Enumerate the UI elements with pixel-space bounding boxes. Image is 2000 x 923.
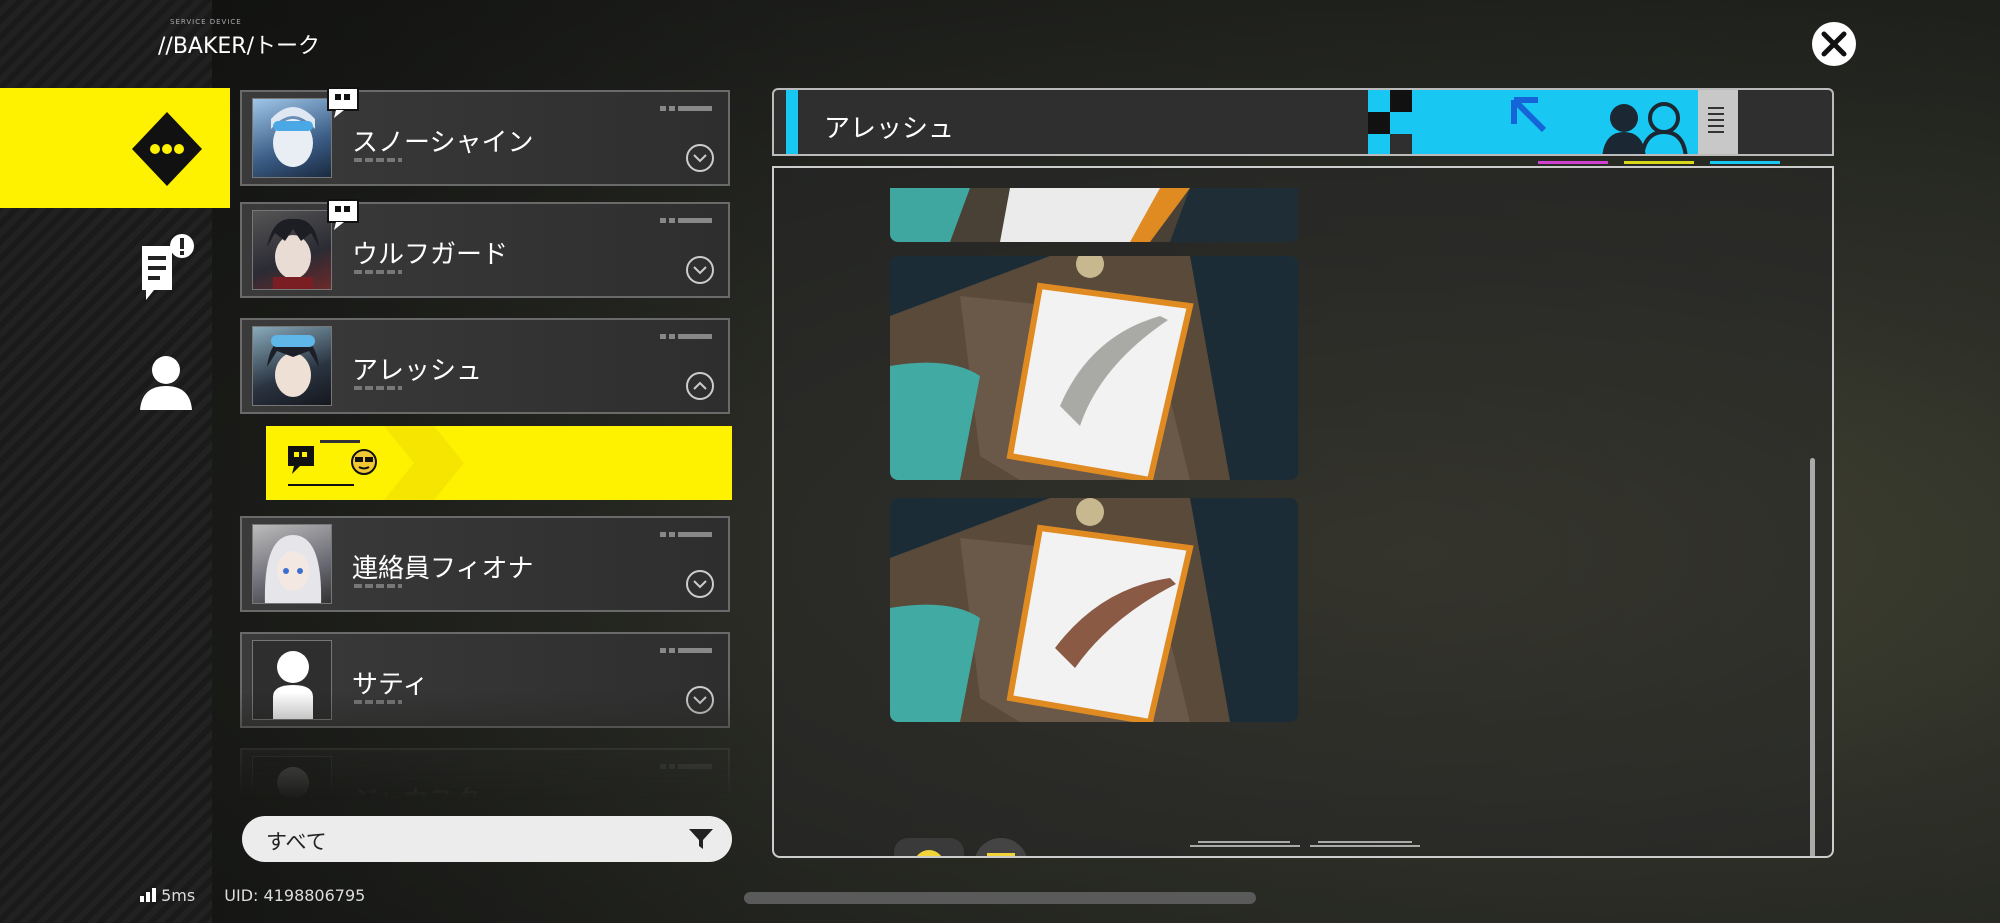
contact-card[interactable]: サティ bbox=[240, 632, 730, 728]
avatar bbox=[252, 524, 332, 604]
smile-emoji-icon bbox=[987, 853, 1015, 856]
conversation-item-selected[interactable] bbox=[266, 426, 732, 500]
page-title: //BAKER/トーク bbox=[158, 34, 320, 59]
contact-name: アレッシュ bbox=[352, 356, 483, 386]
bottom-decoration bbox=[1190, 841, 1420, 847]
vertical-scrollbar[interactable] bbox=[1810, 458, 1815, 856]
nav-talk-active[interactable] bbox=[0, 88, 230, 208]
nav-profile-button[interactable] bbox=[138, 352, 194, 412]
chevron-down-icon bbox=[693, 154, 707, 163]
signal-dots bbox=[660, 334, 712, 339]
expand-button[interactable] bbox=[686, 144, 714, 172]
fish-photo-cropped bbox=[890, 188, 1298, 242]
status-dashes bbox=[354, 386, 402, 390]
signal-dots bbox=[660, 218, 712, 223]
contact-name: サティ bbox=[352, 670, 429, 700]
message-image[interactable] bbox=[890, 256, 1298, 480]
contact-card[interactable]: ジャウスター bbox=[240, 748, 730, 800]
mission-icon bbox=[142, 234, 194, 300]
signal-dots bbox=[660, 648, 712, 653]
status-dashes bbox=[354, 700, 402, 704]
chat-title: アレッシュ bbox=[824, 114, 955, 144]
avatar bbox=[252, 98, 332, 178]
close-button[interactable] bbox=[1812, 22, 1856, 66]
chevron-deco-icon bbox=[384, 426, 464, 500]
contact-name: 連絡員フィオナ bbox=[352, 554, 534, 584]
default-avatar-icon bbox=[273, 651, 313, 719]
fish-photo-2 bbox=[890, 498, 1298, 722]
header-decoration-icon bbox=[1368, 90, 1738, 154]
chat-header: アレッシュ bbox=[772, 88, 1834, 156]
status-dashes bbox=[354, 270, 402, 274]
avatar bbox=[252, 326, 332, 406]
avatar bbox=[252, 640, 332, 720]
chevron-down-icon bbox=[693, 266, 707, 275]
filter-icon bbox=[689, 829, 713, 849]
reaction-button[interactable] bbox=[894, 838, 964, 856]
message-image[interactable] bbox=[890, 188, 1298, 242]
message-image[interactable] bbox=[890, 498, 1298, 722]
signal-bars-icon bbox=[140, 888, 156, 902]
contact-name: スノーシャイン bbox=[352, 128, 534, 158]
expand-button[interactable] bbox=[686, 256, 714, 284]
profile-icon bbox=[140, 356, 192, 410]
collapse-button[interactable] bbox=[686, 372, 714, 400]
contact-card[interactable]: スノーシャイン bbox=[240, 87, 730, 186]
signal-dots bbox=[660, 106, 712, 111]
avatar bbox=[252, 210, 332, 290]
ping-value: 5ms bbox=[161, 886, 196, 905]
reaction-button[interactable] bbox=[974, 838, 1028, 856]
close-icon bbox=[1821, 31, 1847, 57]
contact-card[interactable]: 連絡員フィオナ bbox=[240, 516, 730, 612]
status-dashes bbox=[354, 584, 402, 588]
accent-stripe bbox=[786, 90, 798, 154]
sunglasses-emoji-icon bbox=[917, 850, 941, 856]
fish-photo-1 bbox=[890, 256, 1298, 480]
message-area[interactable] bbox=[772, 166, 1834, 858]
app-header: SERVICE DEVICE //BAKER/トーク bbox=[158, 18, 320, 60]
contact-list[interactable]: スノーシャイン ウルフガード アレッシュ 連絡員フィオナ サティ bbox=[240, 80, 734, 800]
contact-card[interactable]: ウルフガード bbox=[240, 199, 730, 298]
avatar bbox=[252, 756, 332, 800]
status-dashes bbox=[354, 158, 402, 162]
chevron-up-icon bbox=[693, 381, 707, 390]
brand-label: SERVICE DEVICE bbox=[170, 18, 242, 26]
horizontal-scrollbar[interactable] bbox=[744, 892, 1256, 904]
uid-label: UID: 4198806795 bbox=[224, 886, 366, 905]
signal-dots bbox=[660, 764, 712, 769]
unread-badge-icon bbox=[326, 196, 366, 234]
contact-name: ジャウスター bbox=[352, 780, 507, 800]
chevron-down-icon bbox=[693, 580, 707, 589]
default-avatar-icon bbox=[277, 767, 309, 799]
expand-button[interactable] bbox=[686, 686, 714, 714]
contact-name: ウルフガード bbox=[352, 240, 509, 270]
sunglasses-emoji-icon bbox=[351, 449, 377, 475]
status-footer: 5ms UID: 4198806795 bbox=[140, 886, 365, 905]
chevron-down-icon bbox=[693, 696, 707, 705]
chat-panel: アレッシュ bbox=[772, 88, 1834, 858]
talk-icon bbox=[132, 112, 202, 186]
expand-button[interactable] bbox=[686, 570, 714, 598]
unread-badge-icon bbox=[326, 84, 366, 122]
contact-card[interactable]: アレッシュ bbox=[240, 318, 730, 414]
filter-dropdown[interactable]: すべて bbox=[242, 816, 732, 862]
nav-mission-button[interactable] bbox=[136, 232, 196, 302]
filter-label: すべて bbox=[266, 830, 327, 854]
signal-dots bbox=[660, 532, 712, 537]
